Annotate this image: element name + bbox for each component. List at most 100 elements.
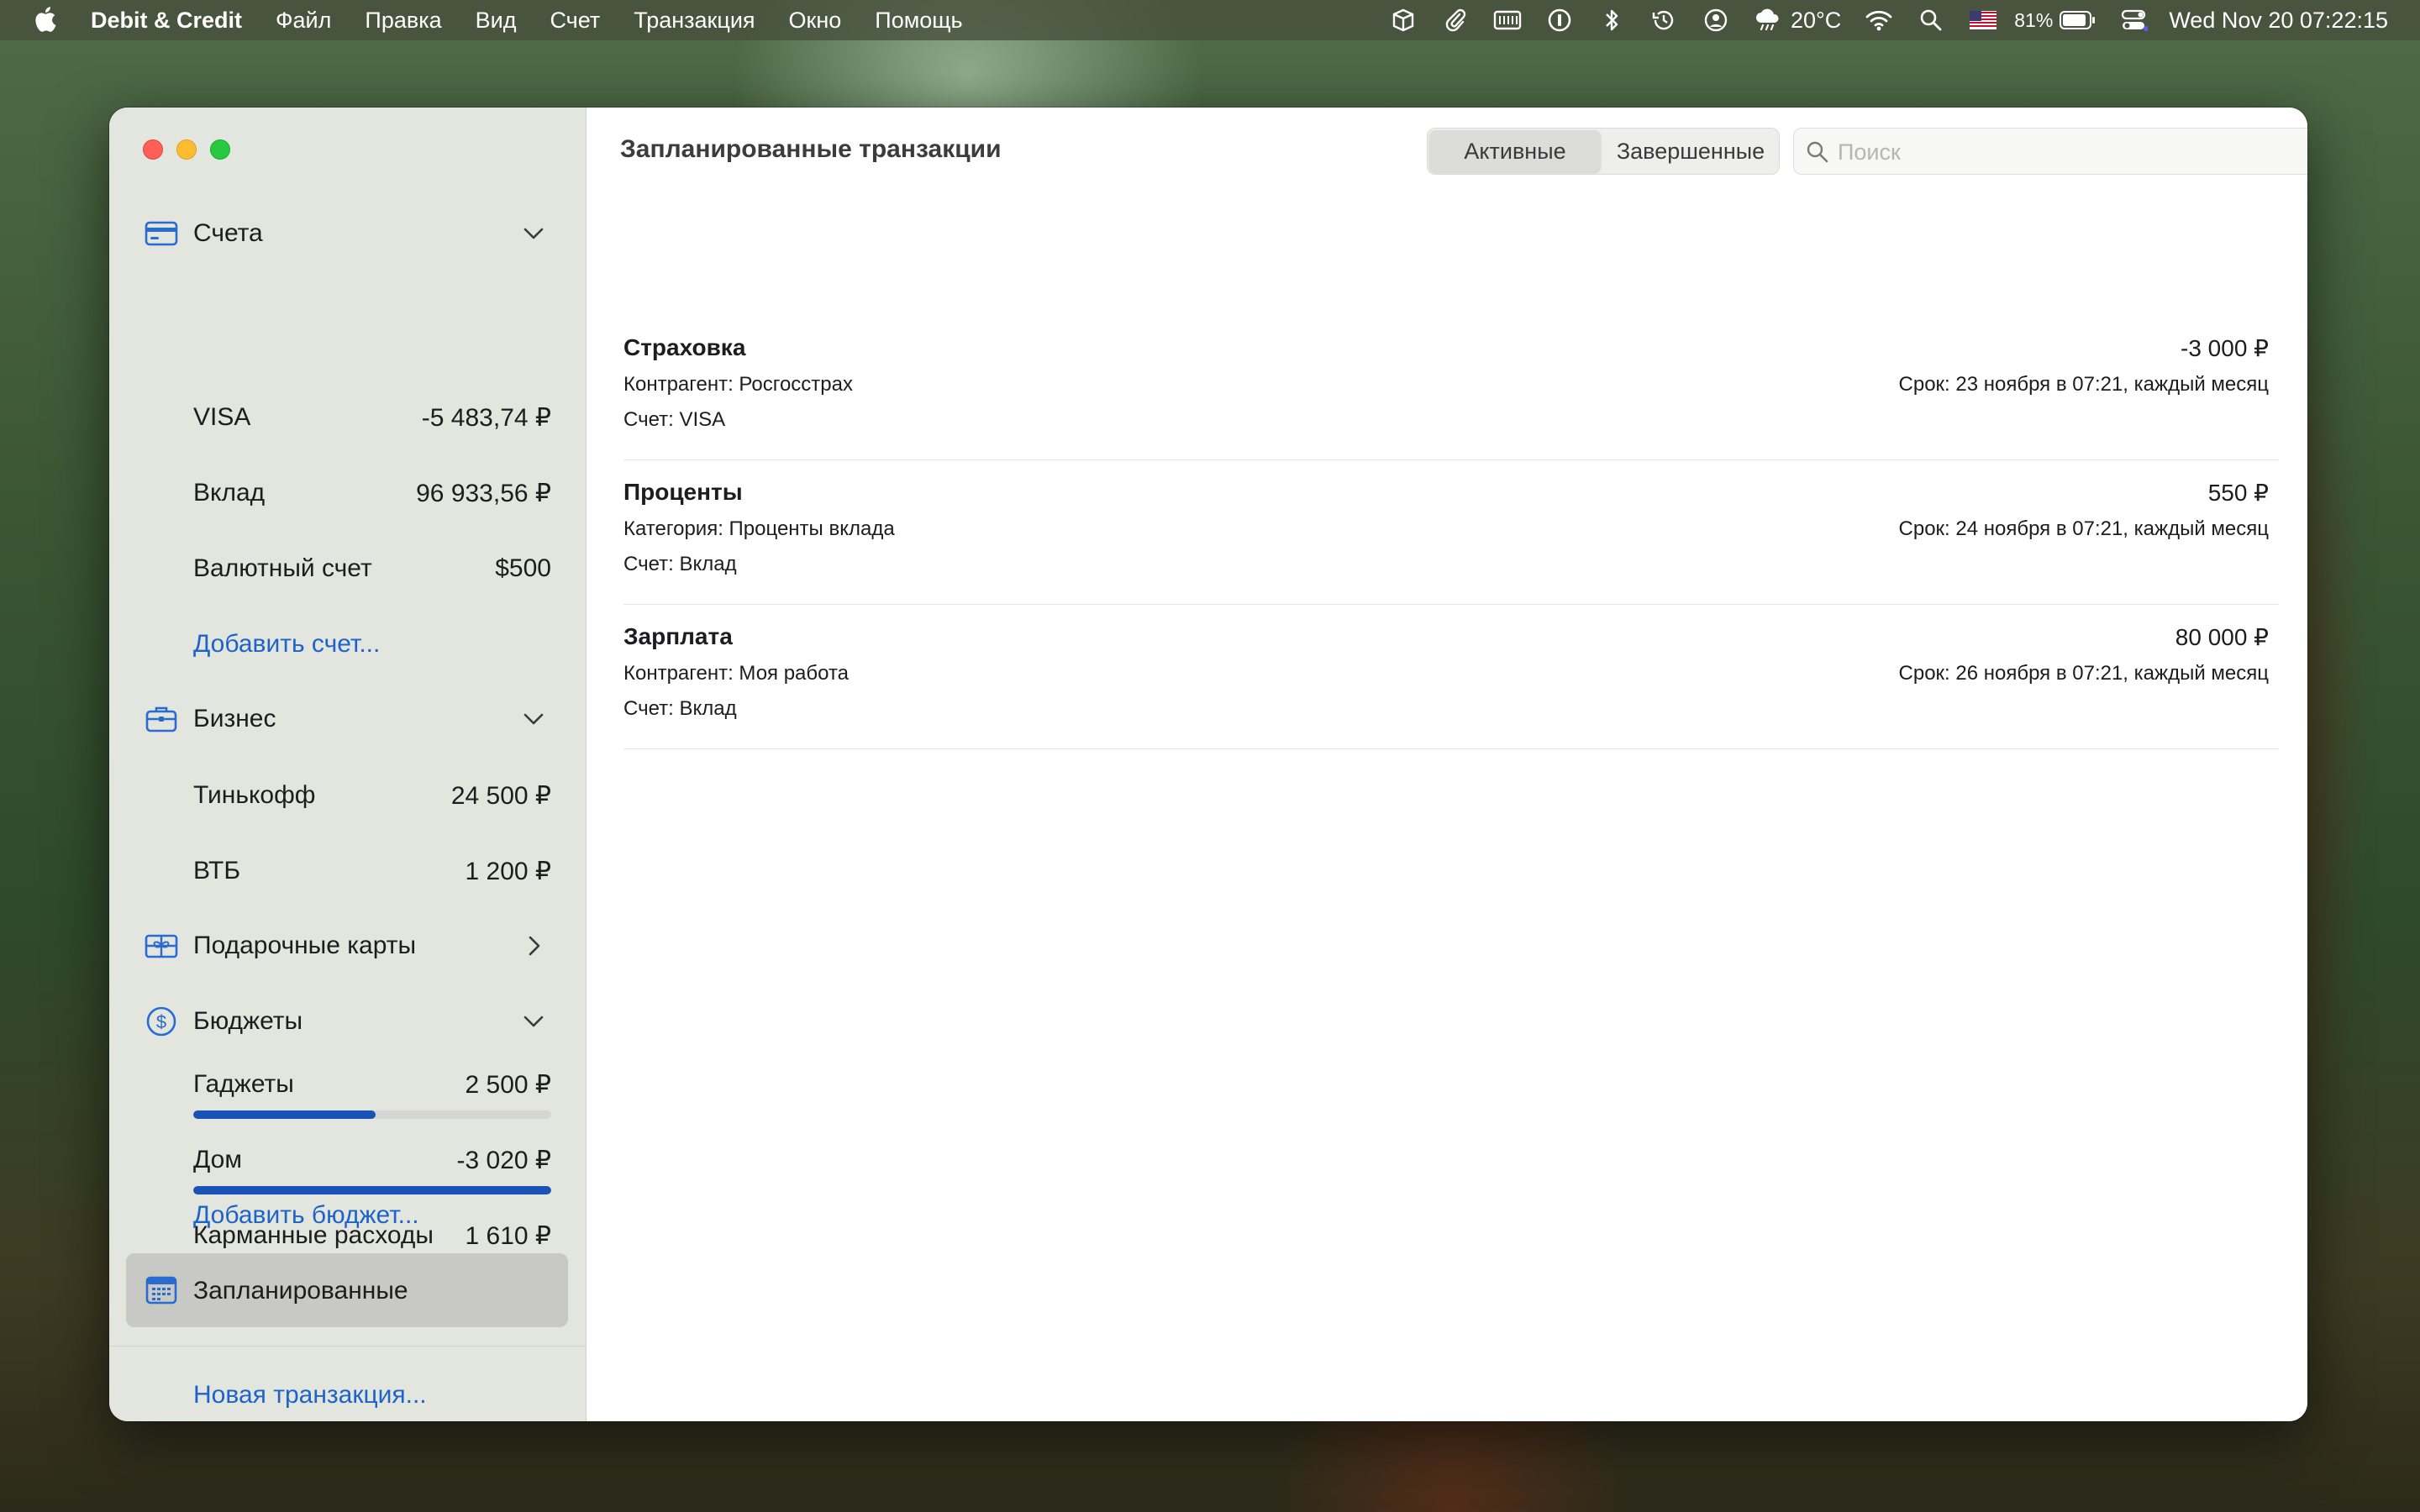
bluetooth-icon[interactable] [1597, 8, 1626, 33]
tab-completed[interactable]: Завершенные [1602, 129, 1779, 174]
transaction-amount: 550 ₽ [2207, 480, 2269, 506]
transaction-title: Зарплата [623, 623, 733, 649]
sidebar-item-label: Запланированные [193, 1277, 408, 1305]
battery-percent[interactable]: 81% [2014, 9, 2053, 32]
sidebar-group-budgets[interactable]: $ Бюджеты [109, 996, 587, 1047]
new-transaction-link[interactable]: Новая транзакция... [193, 1381, 427, 1410]
sidebar-group-label: Подарочные карты [193, 932, 417, 959]
transaction-account: Счет: Вклад [623, 553, 737, 575]
minimize-window-button[interactable] [176, 139, 197, 160]
apple-menu-icon[interactable] [34, 6, 59, 33]
account-balance: $500 [495, 554, 551, 582]
credit-card-icon [145, 221, 178, 246]
transaction-title: Страховка [623, 334, 746, 360]
account-name: Вклад [193, 479, 266, 507]
chevron-down-icon[interactable] [521, 222, 546, 245]
us-flag-input-icon[interactable] [1969, 8, 1997, 33]
sidebar-item-scheduled[interactable]: Запланированные [126, 1253, 568, 1327]
menu-window[interactable]: Окно [789, 8, 842, 34]
user-account-icon[interactable] [1702, 8, 1730, 33]
budget-progress-fill [193, 1110, 376, 1119]
close-window-button[interactable] [143, 139, 163, 160]
package-icon[interactable] [1389, 8, 1418, 33]
transaction-due: Срок: 26 ноября в 07:21, каждый месяц [1898, 662, 2269, 685]
zoom-window-button[interactable] [210, 139, 230, 160]
menu-clock[interactable]: Wed Nov 20 07:22:15 [2169, 8, 2388, 34]
menu-transaction[interactable]: Транзакция [634, 8, 755, 34]
budget-name: Дом [193, 1146, 242, 1173]
search-icon [1807, 141, 1828, 163]
budget-progress-fill [193, 1186, 551, 1194]
budget-progress-bar [193, 1186, 551, 1194]
menu-file[interactable]: Файл [276, 8, 331, 34]
sidebar-group-label: Бизнес [193, 705, 276, 732]
sidebar-group-accounts[interactable]: Счета [109, 208, 587, 259]
account-balance: 96 933,56 ₽ [416, 480, 551, 507]
search-input[interactable] [1838, 135, 2307, 169]
calendar-icon [145, 1276, 177, 1305]
account-name: ВТБ [193, 857, 241, 885]
tab-active[interactable]: Активные [1429, 130, 1601, 172]
gift-card-icon [145, 934, 178, 958]
menu-app-name[interactable]: Debit & Credit [91, 8, 242, 34]
transaction-amount: 80 000 ₽ [2175, 624, 2269, 650]
transaction-title: Проценты [623, 479, 743, 505]
control-center-icon[interactable] [2120, 8, 2149, 33]
password-manager-icon[interactable] [1545, 8, 1574, 33]
transaction-detail: Контрагент: Моя работа [623, 662, 850, 685]
menu-account[interactable]: Счет [550, 8, 600, 34]
menu-help[interactable]: Помощь [875, 8, 962, 34]
account-name: Тинькофф [193, 781, 316, 809]
chevron-down-icon[interactable] [521, 1010, 546, 1033]
transaction-row[interactable]: Зарплата Контрагент: Моя работа Счет: Вк… [623, 605, 2279, 749]
menu-edit[interactable]: Правка [365, 8, 441, 34]
time-machine-icon[interactable] [1649, 8, 1678, 33]
chevron-down-icon[interactable] [521, 707, 546, 731]
weather-temperature[interactable]: 20°C [1791, 8, 1841, 34]
sidebar-item-deposit[interactable]: Вклад 96 933,56 ₽ [193, 467, 551, 517]
sidebar-divider [109, 1346, 587, 1347]
transaction-due: Срок: 23 ноября в 07:21, каждый месяц [1898, 373, 2269, 396]
add-account-link[interactable]: Добавить счет... [193, 630, 380, 659]
paperclip-icon[interactable] [1441, 8, 1470, 33]
sidebar-group-gift-cards[interactable]: Подарочные карты [109, 921, 587, 971]
transaction-account: Счет: Вклад [623, 697, 737, 720]
menu-bar: Debit & Credit Файл Правка Вид Счет Тран… [0, 0, 2420, 40]
search-field [1793, 128, 2307, 175]
account-balance: 1 200 ₽ [465, 858, 552, 885]
account-name: VISA [193, 403, 251, 431]
window-controls [143, 139, 230, 160]
budget-amount: 2 500 ₽ [465, 1071, 552, 1099]
transaction-row[interactable]: Проценты Категория: Проценты вклада Счет… [623, 460, 2279, 605]
chevron-right-icon[interactable] [521, 934, 546, 958]
budget-name: Гаджеты [193, 1070, 294, 1098]
budget-progress-bar [193, 1110, 551, 1119]
sidebar: Счета VISA -5 483,74 ₽ Вклад 96 933,56 ₽… [109, 108, 587, 1421]
battery-icon[interactable] [2060, 8, 2096, 33]
spotlight-search-icon[interactable] [1917, 8, 1945, 33]
budget-amount: 1 610 ₽ [465, 1222, 552, 1250]
sidebar-item-tinkoff[interactable]: Тинькофф 24 500 ₽ [193, 769, 551, 820]
sidebar-group-business[interactable]: Бизнес [109, 694, 587, 744]
memory-icon[interactable] [1493, 8, 1522, 33]
sidebar-item-budget-gadgets[interactable]: Гаджеты 2 500 ₽ [193, 1070, 551, 1137]
transaction-row[interactable]: Страховка Контрагент: Росгосстрах Счет: … [623, 316, 2279, 460]
account-balance: 24 500 ₽ [450, 782, 551, 810]
sidebar-item-vtb[interactable]: ВТБ 1 200 ₽ [193, 845, 551, 895]
sidebar-item-currency-account[interactable]: Валютный счет $500 [193, 543, 551, 593]
transaction-amount: -3 000 ₽ [2181, 335, 2269, 361]
transaction-detail: Контрагент: Росгосстрах [623, 373, 853, 396]
weather-icon[interactable] [1754, 8, 1782, 33]
transaction-account: Счет: VISA [623, 408, 726, 431]
sidebar-item-visa[interactable]: VISA -5 483,74 ₽ [193, 391, 551, 442]
sidebar-group-label: Бюджеты [193, 1007, 303, 1035]
account-name: Валютный счет [193, 554, 372, 582]
menu-view[interactable]: Вид [476, 8, 517, 34]
add-budget-link[interactable]: Добавить бюджет... [193, 1201, 419, 1230]
sidebar-group-label: Счета [193, 219, 263, 247]
budget-amount: -3 020 ₽ [456, 1147, 552, 1174]
briefcase-icon [145, 706, 177, 732]
page-title: Запланированные транзакции [620, 135, 1002, 163]
account-balance: -5 483,74 ₽ [421, 404, 551, 432]
wifi-icon[interactable] [1865, 8, 1893, 33]
